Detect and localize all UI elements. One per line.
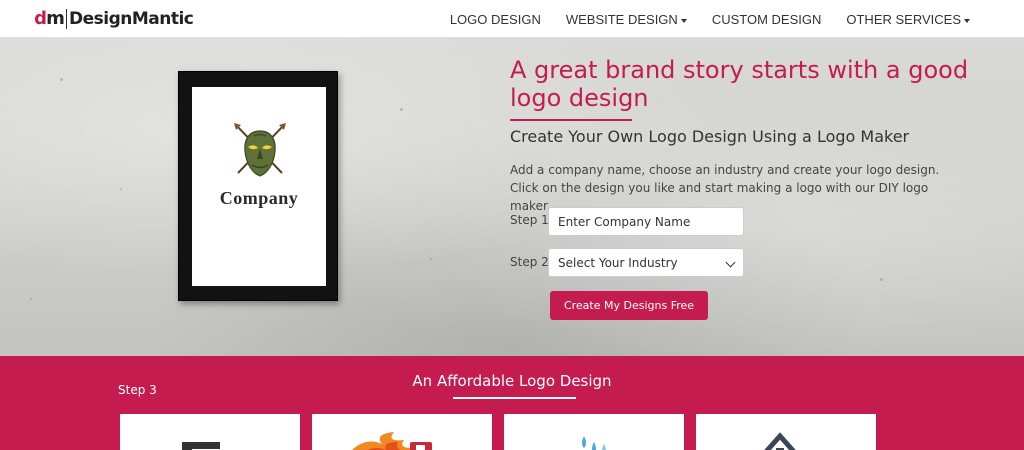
affordable-logo-section: Step 3 An Affordable Logo Design	[0, 356, 1024, 450]
dm-logo-mark-icon: dm	[34, 8, 65, 30]
warrior-mask-logo-icon	[234, 123, 286, 177]
logo-sample-card[interactable]	[312, 414, 492, 450]
logo-mark-m: m	[46, 8, 65, 29]
logo-preview-frame: Company	[178, 71, 338, 301]
house-roof-logo-icon	[764, 432, 796, 450]
nav-custom-design-label: CUSTOM DESIGN	[711, 11, 822, 27]
company-name-input[interactable]	[558, 214, 734, 229]
water-drops-logo-icon	[582, 436, 606, 450]
main-nav: LOGO DESIGN WEBSITE DESIGN CUSTOM DESIGN…	[425, 0, 970, 38]
hero-section: Company A great brand story starts with …	[0, 38, 1024, 356]
step1-label: Step 1	[510, 213, 549, 227]
designmantic-logo[interactable]: dm DesignMantic	[34, 7, 194, 31]
section-heading: An Affordable Logo Design	[412, 372, 612, 390]
chevron-down-icon	[725, 257, 736, 268]
preview-company-name: Company	[219, 188, 299, 208]
nav-website-design[interactable]: WEBSITE DESIGN	[566, 12, 687, 27]
site-header: dm DesignMantic LOGO DESIGN WEBSITE DESI…	[0, 0, 1024, 38]
wall-texture-speck	[30, 298, 32, 300]
wall-texture-speck	[430, 258, 432, 260]
logo-divider	[66, 9, 67, 29]
create-designs-button[interactable]: Create My Designs Free	[550, 291, 708, 320]
nav-other-services[interactable]: OTHER SERVICES	[846, 12, 970, 27]
wall-texture-speck	[400, 108, 403, 111]
wall-texture-speck	[120, 188, 122, 190]
nav-other-services-label: OTHER SERVICES	[846, 11, 961, 27]
nav-website-design-label: WEBSITE DESIGN	[565, 11, 678, 27]
logo-sample-card[interactable]	[120, 414, 300, 450]
nav-custom-design[interactable]: CUSTOM DESIGN	[712, 12, 822, 27]
block-logo-icon	[182, 442, 220, 450]
logo-brand-name: DesignMantic	[69, 9, 194, 29]
section-heading-underline	[453, 397, 576, 399]
wall-texture-speck	[60, 78, 63, 81]
caret-down-icon	[680, 19, 687, 23]
industry-select[interactable]: Select Your Industry	[548, 248, 744, 277]
logo-sample-card[interactable]	[696, 414, 876, 450]
caret-down-icon	[964, 19, 970, 23]
step2-label: Step 2	[510, 255, 549, 269]
hero-subheading: Create Your Own Logo Design Using a Logo…	[510, 127, 910, 146]
hero-heading: A great brand story starts with a good l…	[510, 56, 969, 112]
company-name-field[interactable]	[548, 207, 744, 236]
logo-sample-card[interactable]	[504, 414, 684, 450]
nav-logo-design-label: LOGO DESIGN	[449, 11, 541, 27]
wall-texture-speck	[880, 278, 883, 281]
flame-truck-logo-icon	[351, 432, 432, 450]
logo-mark-d: d	[34, 8, 47, 29]
heading-underline	[510, 119, 632, 121]
industry-select-value: Select Your Industry	[558, 255, 678, 270]
nav-logo-design[interactable]: LOGO DESIGN	[450, 12, 541, 27]
logo-preview-canvas: Company	[192, 87, 326, 286]
